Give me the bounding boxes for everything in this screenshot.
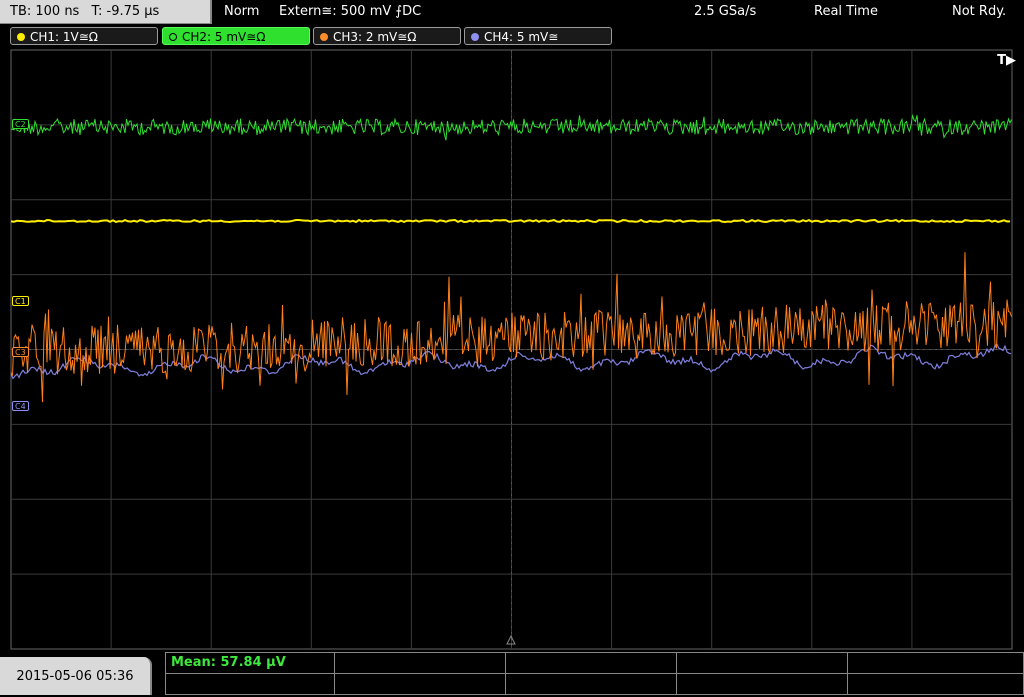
channel-tabs: CH1: 1V≅Ω CH2: 5 mV≅Ω CH3: 2 mV≅Ω CH4: 5… [0, 27, 1024, 47]
measurement-cell-empty[interactable] [505, 673, 677, 695]
measurement-cell-empty[interactable] [676, 652, 848, 674]
timebase-value: TB: 100 ns [10, 4, 80, 19]
acquisition-mode[interactable]: Real Time [814, 0, 878, 24]
measurement-cell[interactable]: Mean: 57.84 µV [165, 652, 335, 674]
datetime-label: 2015-05-06 05:36 [16, 669, 134, 684]
ch1-dot-icon [17, 32, 25, 41]
waveform-display[interactable]: T▶ C2 C1 C3 C4 [0, 48, 1024, 651]
ch1-trace [10, 218, 1011, 224]
ch1-label: CH1: 1V≅Ω [30, 30, 98, 44]
ch3-dot-icon [320, 32, 328, 41]
datetime-box: 2015-05-06 05:36 [0, 657, 152, 695]
measurement-table: Mean: 57.84 µV [165, 652, 1024, 695]
trigger-time-value: T: -9.75 µs [91, 4, 160, 19]
trigger-arrow-icon[interactable]: T▶ [997, 53, 1016, 68]
measurement-cell-empty[interactable] [847, 652, 1024, 674]
top-status-bar: TB: 100 ns T: -9.75 µs Norm Extern≅: 500… [0, 0, 1024, 26]
ch2-marker[interactable]: C2 [12, 119, 29, 129]
tab-ch1[interactable]: CH1: 1V≅Ω [10, 27, 158, 45]
ch2-label: CH2: 5 mV≅Ω [182, 30, 266, 44]
timebase-box[interactable]: TB: 100 ns T: -9.75 µs [0, 0, 212, 24]
trigger-mode[interactable]: Norm [224, 0, 259, 24]
ch4-dot-icon [471, 32, 479, 41]
measurement-cell-empty[interactable] [334, 673, 506, 695]
ch2-dot-icon [169, 32, 177, 41]
measurement-cell-empty[interactable] [165, 673, 335, 695]
measurement-cell-empty[interactable] [847, 673, 1024, 695]
run-status[interactable]: Not Rdy. [952, 0, 1006, 24]
ch1-marker[interactable]: C1 [12, 296, 29, 306]
measurement-cell-empty[interactable] [676, 673, 848, 695]
sample-rate[interactable]: 2.5 GSa/s [694, 0, 756, 24]
tab-ch2[interactable]: CH2: 5 mV≅Ω [162, 27, 310, 45]
ch4-marker[interactable]: C4 [12, 401, 29, 411]
acquisition-status: Norm Extern≅: 500 mV ⨍DC 2.5 GSa/s Real … [214, 0, 1024, 24]
ch3-label: CH3: 2 mV≅Ω [333, 30, 417, 44]
mean-measurement: Mean: 57.84 µV [171, 655, 286, 670]
measurement-cell-empty[interactable] [505, 652, 677, 674]
measurement-cell-empty[interactable] [334, 652, 506, 674]
tab-ch3[interactable]: CH3: 2 mV≅Ω [313, 27, 461, 45]
tab-ch4[interactable]: CH4: 5 mV≅ [464, 27, 612, 45]
graticule [10, 49, 1013, 650]
trigger-source[interactable]: Extern≅: 500 mV ⨍DC [279, 0, 421, 24]
ch3-marker[interactable]: C3 [12, 347, 29, 357]
ch4-label: CH4: 5 mV≅ [484, 30, 559, 44]
